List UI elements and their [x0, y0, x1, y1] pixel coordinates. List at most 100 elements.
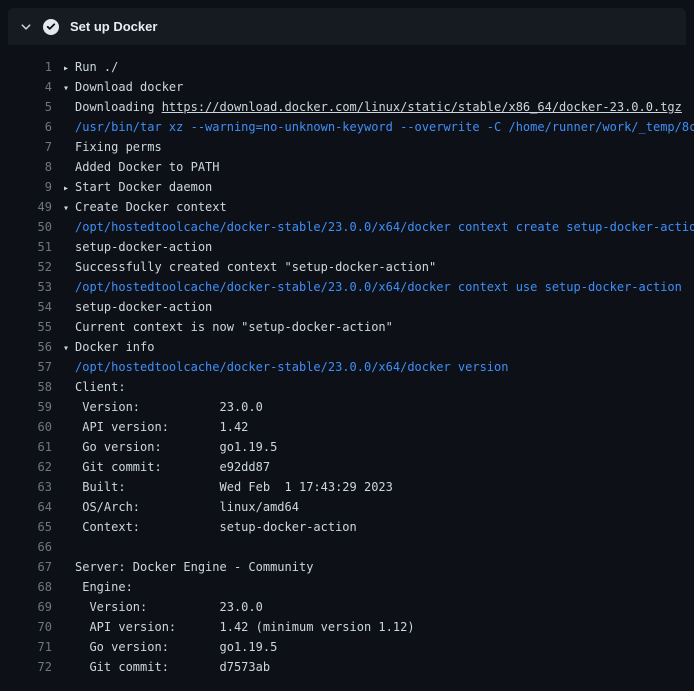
step-title: Set up Docker: [70, 19, 157, 34]
line-number[interactable]: 68: [0, 577, 52, 597]
group-collapsed-icon[interactable]: ▸: [63, 59, 75, 79]
log-group-line[interactable]: 9 ▸Start Docker daemon: [0, 177, 694, 197]
step-header[interactable]: Set up Docker: [8, 8, 686, 45]
log-text: Create Docker context: [75, 197, 694, 217]
line-number[interactable]: 5: [0, 97, 52, 117]
line-number[interactable]: 6: [0, 117, 52, 137]
line-number[interactable]: 58: [0, 377, 52, 397]
log-segment: Context: setup-docker-action: [75, 520, 357, 534]
line-number[interactable]: 71: [0, 637, 52, 657]
log-text: Built: Wed Feb 1 17:43:29 2023: [75, 477, 694, 497]
log-segment: Fixing perms: [75, 140, 162, 154]
log-text: Added Docker to PATH: [75, 157, 694, 177]
line-number[interactable]: 53: [0, 277, 52, 297]
line-number[interactable]: 60: [0, 417, 52, 437]
log-text: Version: 23.0.0: [75, 597, 694, 617]
log-segment: Run ./: [75, 60, 118, 74]
log-group-line[interactable]: 1 ▸Run ./: [0, 57, 694, 77]
log-line: 53/opt/hostedtoolcache/docker-stable/23.…: [0, 277, 694, 297]
log-line: 61 Go version: go1.19.5: [0, 437, 694, 457]
log-segment: Added Docker to PATH: [75, 160, 220, 174]
line-number[interactable]: 66: [0, 537, 52, 557]
log-text: Engine:: [75, 577, 694, 597]
log-segment: API version: 1.42 (minimum version 1.12): [75, 620, 415, 634]
log-text: Context: setup-docker-action: [75, 517, 694, 537]
log-line: 5 Downloading https://download.docker.com…: [0, 97, 694, 117]
log-line: 66: [0, 537, 694, 557]
log-line: 8 Added Docker to PATH: [0, 157, 694, 177]
line-number[interactable]: 51: [0, 237, 52, 257]
log-line: 60 API version: 1.42: [0, 417, 694, 437]
group-expanded-icon[interactable]: ▾: [63, 79, 75, 99]
log-command-text: /opt/hostedtoolcache/docker-stable/23.0.…: [75, 360, 508, 374]
log-segment: Download docker: [75, 80, 183, 94]
log-text: Successfully created context "setup-dock…: [75, 257, 694, 277]
line-number[interactable]: 52: [0, 257, 52, 277]
log-group-line[interactable]: 4 ▾Download docker: [0, 77, 694, 97]
log-segment: Built: Wed Feb 1 17:43:29 2023: [75, 480, 393, 494]
log-segment: Start Docker daemon: [75, 180, 212, 194]
line-number[interactable]: 64: [0, 497, 52, 517]
line-number[interactable]: 49: [0, 197, 52, 217]
log-line: 65 Context: setup-docker-action: [0, 517, 694, 537]
log-line: 70 API version: 1.42 (minimum version 1.…: [0, 617, 694, 637]
log-segment: Git commit: e92dd87: [75, 460, 270, 474]
chevron-down-icon[interactable]: [20, 21, 32, 33]
line-number[interactable]: 72: [0, 657, 52, 677]
log-line: 64 OS/Arch: linux/amd64: [0, 497, 694, 517]
log-text: Docker info: [75, 337, 694, 357]
log-area: 1▸Run ./4▾Download docker5Downloading ht…: [0, 45, 694, 677]
line-number[interactable]: 8: [0, 157, 52, 177]
log-text: setup-docker-action: [75, 237, 694, 257]
log-group-line[interactable]: 49 ▾Create Docker context: [0, 197, 694, 217]
log-line: 7 Fixing perms: [0, 137, 694, 157]
group-expanded-icon[interactable]: ▾: [63, 339, 75, 359]
log-segment: Client:: [75, 380, 126, 394]
line-number[interactable]: 61: [0, 437, 52, 457]
log-text: Go version: go1.19.5: [75, 637, 694, 657]
line-number[interactable]: 63: [0, 477, 52, 497]
log-segment: setup-docker-action: [75, 240, 212, 254]
log-line: 69 Version: 23.0.0: [0, 597, 694, 617]
line-number[interactable]: 9: [0, 177, 52, 197]
log-segment: OS/Arch: linux/amd64: [75, 500, 299, 514]
log-text: Server: Docker Engine - Community: [75, 557, 694, 577]
line-number[interactable]: 56: [0, 337, 52, 357]
log-link[interactable]: https://download.docker.com/linux/static…: [162, 100, 682, 114]
line-number[interactable]: 59: [0, 397, 52, 417]
log-text: Client:: [75, 377, 694, 397]
line-number[interactable]: 50: [0, 217, 52, 237]
line-number[interactable]: 54: [0, 297, 52, 317]
log-line: 50/opt/hostedtoolcache/docker-stable/23.…: [0, 217, 694, 237]
log-command-text: /usr/bin/tar xz --warning=no-unknown-key…: [75, 120, 694, 134]
log-line: 68 Engine:: [0, 577, 694, 597]
log-line: 67 Server: Docker Engine - Community: [0, 557, 694, 577]
line-number[interactable]: 1: [0, 57, 52, 77]
line-number[interactable]: 62: [0, 457, 52, 477]
log-line: 62 Git commit: e92dd87: [0, 457, 694, 477]
log-text: Git commit: d7573ab: [75, 657, 694, 677]
log-text: Downloading https://download.docker.com/…: [75, 97, 694, 117]
log-line: 55Current context is now "setup-docker-a…: [0, 317, 694, 337]
line-number[interactable]: 55: [0, 317, 52, 337]
line-number[interactable]: 65: [0, 517, 52, 537]
log-command-text: /opt/hostedtoolcache/docker-stable/23.0.…: [75, 280, 682, 294]
log-line: 71 Go version: go1.19.5: [0, 637, 694, 657]
log-text: /opt/hostedtoolcache/docker-stable/23.0.…: [75, 357, 694, 377]
log-segment: Server: Docker Engine - Community: [75, 560, 313, 574]
log-text: /opt/hostedtoolcache/docker-stable/23.0.…: [75, 277, 694, 297]
line-number[interactable]: 69: [0, 597, 52, 617]
group-collapsed-icon[interactable]: ▸: [63, 179, 75, 199]
line-number[interactable]: 70: [0, 617, 52, 637]
log-group-line[interactable]: 56 ▾Docker info: [0, 337, 694, 357]
line-number[interactable]: 67: [0, 557, 52, 577]
line-number[interactable]: 57: [0, 357, 52, 377]
log-text: Run ./: [75, 57, 694, 77]
log-line: 63 Built: Wed Feb 1 17:43:29 2023: [0, 477, 694, 497]
line-number[interactable]: 7: [0, 137, 52, 157]
line-number[interactable]: 4: [0, 77, 52, 97]
log-line: 59 Version: 23.0.0: [0, 397, 694, 417]
group-expanded-icon[interactable]: ▾: [63, 199, 75, 219]
log-line: 52 Successfully created context "setup-do…: [0, 257, 694, 277]
log-line: 72 Git commit: d7573ab: [0, 657, 694, 677]
